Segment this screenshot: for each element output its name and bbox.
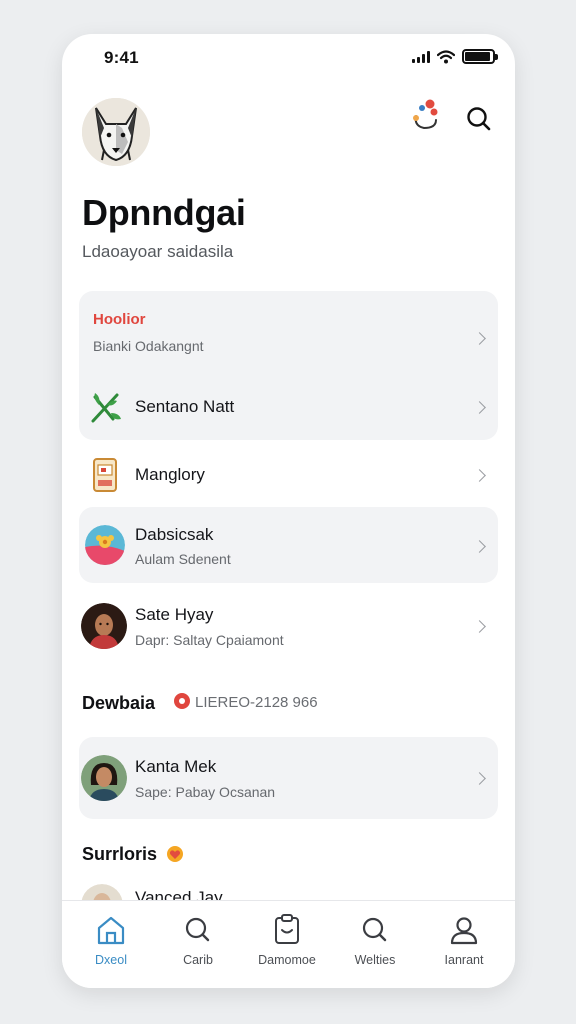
avatar [81,755,127,801]
list-item[interactable]: Hoolior Bianki Odakangnt [79,291,498,365]
tab-search[interactable]: Carib [153,913,243,977]
list-item-title: Kanta Mek [135,757,217,776]
tab-label: Welties [354,953,396,967]
list-item-title: Dabsicsak [135,525,214,544]
tab-profile[interactable]: Ianrant [419,913,509,977]
document-icon [275,914,299,944]
list-item-title: Manglory [135,465,205,484]
wolf-avatar-icon [82,98,150,166]
avatar [81,603,127,649]
section-badge-text: LIEREO-2128 966 [195,694,318,711]
list-item-subtitle: Dapr: Saltay Cpaiamont [135,632,284,648]
list-item-subtitle: Bianki Odakangnt [93,338,204,354]
list-item-title: Hoolior [93,311,146,328]
chevron-right-icon [473,469,486,482]
flower-icon [85,525,125,565]
profile-avatar[interactable] [82,98,150,166]
tab-label: Carib [183,953,213,967]
chevron-right-icon [473,772,486,785]
tab-explore[interactable]: Welties [330,913,420,977]
list-item[interactable]: Kanta Mek Sape: Pabay Ocsanan [79,737,498,819]
location-pin-icon [174,693,190,709]
page-subtitle: Ldaoayoar saidasila [82,242,234,261]
list-item-subtitle: Aulam Sdenent [135,551,231,567]
bottom-tab-bar: Dxeol Carib Damomoe Welties Ianrant [62,900,515,988]
status-time: 9:41 [104,48,139,67]
list-item[interactable]: Sate Hyay Dapr: Saltay Cpaiamont [79,590,498,664]
section-header: Surrloris [82,844,158,864]
list-item[interactable]: Manglory [79,444,498,506]
chevron-right-icon [473,332,486,345]
phone-screen: 9:41 Dpnndgai Ldaoayoar saidasila Hoolio… [62,34,515,988]
cellular-signal-icon [412,50,430,63]
status-bar: 9:41 [62,34,515,82]
list-item-title: Sentano Natt [135,397,235,416]
search-icon [362,917,387,942]
list-item-subtitle: Sape: Pabay Ocsanan [135,784,276,800]
list-item-title: Sate Hyay [135,605,214,624]
list-item[interactable]: Sentano Natt [79,375,498,437]
chevron-right-icon [473,540,486,553]
page-title: Dpnndgai [82,192,246,233]
list-item[interactable]: Dabsicsak Aulam Sdenent [79,507,498,583]
tab-label: Dxeol [95,953,127,967]
search-icon[interactable] [462,98,496,132]
chevron-right-icon [473,401,486,414]
wifi-icon [437,49,455,63]
search-icon [185,917,210,942]
tab-label: Ianrant [444,953,484,967]
tab-documents[interactable]: Damomoe [242,913,332,977]
leaf-icon [85,387,125,427]
battery-icon [462,49,498,64]
heart-emoji-icon [166,845,184,863]
tab-home[interactable]: Dxeol [66,913,156,977]
tab-label: Damomoe [258,953,316,967]
connections-icon[interactable] [408,98,442,132]
card-icon [85,455,125,495]
chevron-right-icon [473,620,486,633]
home-icon [97,916,125,945]
status-icons [412,49,498,64]
section-header: Dewbaia [82,693,156,713]
profile-icon [450,917,478,945]
